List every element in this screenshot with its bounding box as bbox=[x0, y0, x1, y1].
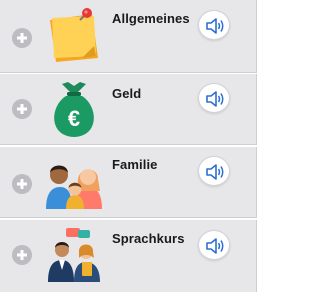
money-bag-euro-icon: € bbox=[42, 80, 106, 138]
expand-plus-icon[interactable] bbox=[12, 174, 32, 194]
speaker-icon[interactable] bbox=[198, 83, 230, 113]
category-label: Familie bbox=[112, 157, 158, 172]
category-label: Sprachkurs bbox=[112, 231, 185, 246]
category-row-sprachkurs[interactable]: Sprachkurs bbox=[0, 220, 257, 292]
category-row-familie[interactable]: Familie bbox=[0, 147, 257, 218]
expand-plus-icon[interactable] bbox=[12, 245, 32, 265]
svg-text:€: € bbox=[68, 106, 80, 131]
expand-plus-icon[interactable] bbox=[12, 28, 32, 48]
category-row-allgemeines[interactable]: Allgemeines bbox=[0, 0, 257, 73]
category-label: Geld bbox=[112, 86, 142, 101]
speaker-icon[interactable] bbox=[198, 156, 230, 186]
speaker-icon[interactable] bbox=[198, 10, 230, 40]
expand-plus-icon[interactable] bbox=[12, 99, 32, 119]
speaker-icon[interactable] bbox=[198, 230, 230, 260]
category-row-geld[interactable]: € Geld bbox=[0, 74, 257, 145]
conversation-people-icon bbox=[42, 226, 106, 284]
category-label: Allgemeines bbox=[112, 11, 190, 26]
family-icon bbox=[42, 153, 106, 211]
category-list: Allgemeines € Geld Familie Sprachkurs bbox=[0, 0, 257, 292]
sticky-note-pin-icon bbox=[42, 6, 106, 64]
